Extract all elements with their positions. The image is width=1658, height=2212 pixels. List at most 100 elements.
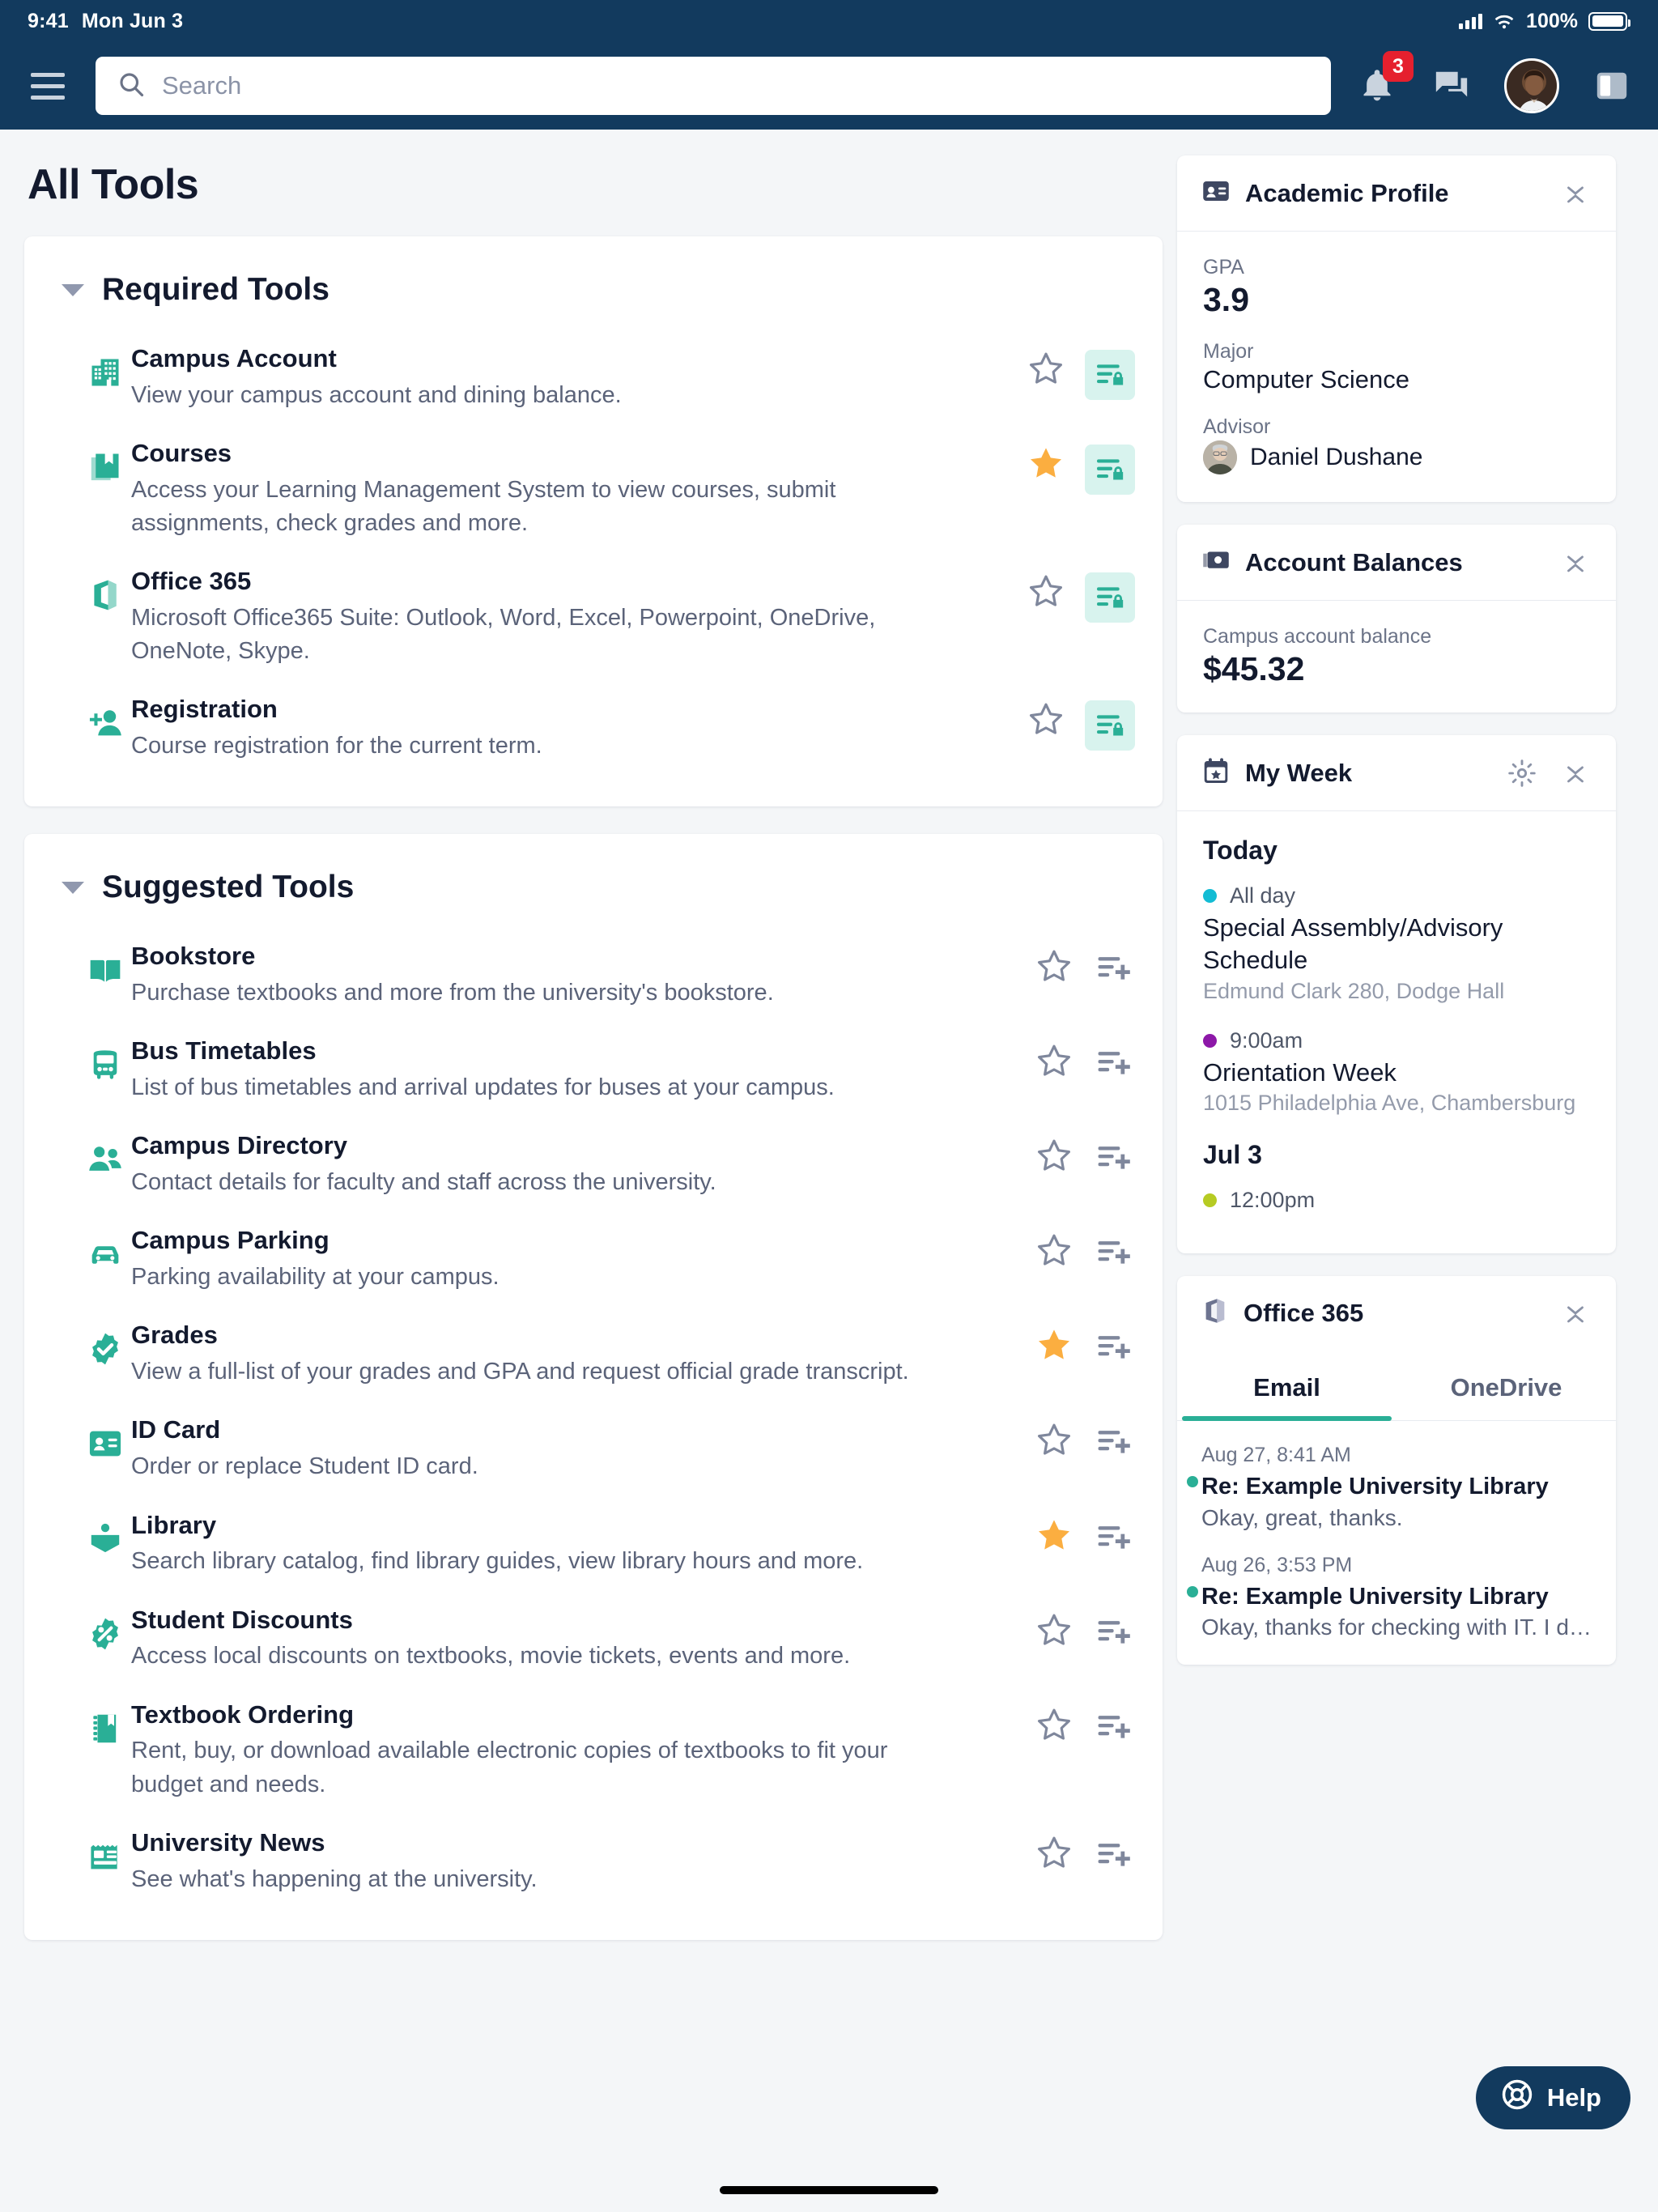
tool-row[interactable]: Courses Access your Learning Management … xyxy=(24,423,1163,551)
section-header-suggested[interactable]: Suggested Tools xyxy=(24,834,1163,912)
right-sidebar: Academic Profile GPA 3.9 Major Computer … xyxy=(1163,130,1616,2212)
advisor-row[interactable]: Daniel Dushane xyxy=(1203,440,1590,474)
list-lock-icon[interactable] xyxy=(1085,350,1135,400)
panel-title: My Week xyxy=(1245,758,1353,787)
add-to-list-icon[interactable] xyxy=(1093,1231,1135,1274)
tool-description: Purchase textbooks and more from the uni… xyxy=(131,980,774,1006)
event-time-row: 12:00pm xyxy=(1203,1188,1590,1213)
tool-actions xyxy=(1035,1824,1135,1876)
favorite-star-icon[interactable] xyxy=(1027,350,1065,389)
wifi-icon xyxy=(1493,13,1516,29)
unread-indicator xyxy=(1187,1585,1198,1597)
section-header-required[interactable]: Required Tools xyxy=(24,236,1163,314)
academic-profile-panel: Academic Profile GPA 3.9 Major Computer … xyxy=(1177,155,1616,502)
tool-name: Registration xyxy=(131,695,278,724)
favorite-star-icon[interactable] xyxy=(1035,947,1073,986)
add-to-list-icon[interactable] xyxy=(1093,1516,1135,1559)
add-to-list-icon[interactable] xyxy=(1093,1611,1135,1653)
panel-title: Office 365 xyxy=(1244,1298,1364,1327)
add-to-list-icon[interactable] xyxy=(1093,1421,1135,1463)
search-bar[interactable] xyxy=(96,57,1331,115)
tool-row[interactable]: Bus Timetables List of bus timetables an… xyxy=(24,1021,1163,1116)
tool-actions xyxy=(1035,1602,1135,1653)
add-to-list-icon[interactable] xyxy=(1093,1042,1135,1084)
add-to-list-icon[interactable] xyxy=(1093,947,1135,989)
add-to-list-icon[interactable] xyxy=(1093,1326,1135,1368)
chevron-down-icon xyxy=(62,283,84,296)
tab-onedrive[interactable]: OneDrive xyxy=(1397,1351,1616,1420)
tool-row[interactable]: Campus Directory Contact details for fac… xyxy=(24,1116,1163,1210)
advisor-avatar xyxy=(1203,440,1237,474)
collapse-chevrons-icon[interactable] xyxy=(1559,1297,1592,1329)
office-365-tabs: Email OneDrive xyxy=(1177,1351,1616,1421)
favorite-star-icon[interactable] xyxy=(1035,1611,1073,1650)
my-week-body: Today All day Special Assembly/Advisory … xyxy=(1177,811,1616,1253)
email-item[interactable]: Aug 27, 8:41 AM Re: Example University L… xyxy=(1187,1426,1592,1536)
calendar-event[interactable]: 9:00am Orientation Week 1015 Philadelphi… xyxy=(1203,1028,1590,1116)
hamburger-menu-icon[interactable] xyxy=(19,57,76,114)
add-to-list-icon[interactable] xyxy=(1093,1137,1135,1179)
calendar-event[interactable]: All day Special Assembly/Advisory Schedu… xyxy=(1203,883,1590,1004)
favorite-star-icon[interactable] xyxy=(1027,572,1065,611)
collapse-chevrons-icon[interactable] xyxy=(1559,757,1592,789)
tool-row[interactable]: Library Search library catalog, find lib… xyxy=(24,1495,1163,1590)
tool-row[interactable]: Office 365 Microsoft Office365 Suite: Ou… xyxy=(24,551,1163,679)
sidebar-panel-icon[interactable] xyxy=(1590,64,1634,108)
office-365-header: Office 365 xyxy=(1177,1276,1616,1351)
collapse-chevrons-icon[interactable] xyxy=(1559,547,1592,579)
favorite-star-icon[interactable] xyxy=(1035,1834,1073,1873)
favorite-star-icon[interactable] xyxy=(1035,1231,1073,1270)
favorite-star-icon[interactable] xyxy=(1035,1516,1073,1555)
tool-actions xyxy=(1027,691,1135,751)
tool-row[interactable]: Registration Course registration for the… xyxy=(24,679,1163,774)
notebook-icon xyxy=(87,1696,131,1746)
list-lock-icon[interactable] xyxy=(1085,700,1135,751)
bell-icon[interactable]: 3 xyxy=(1355,51,1414,108)
email-item[interactable]: Aug 25, 2:15 PM Re: Financial Aid Applic… xyxy=(1201,1645,1592,1665)
add-to-list-icon[interactable] xyxy=(1093,1834,1135,1876)
event-title: Special Assembly/Advisory Schedule xyxy=(1203,913,1503,975)
chat-bubbles-icon[interactable] xyxy=(1430,64,1473,108)
list-lock-icon[interactable] xyxy=(1085,572,1135,623)
favorite-star-icon[interactable] xyxy=(1035,1421,1073,1460)
tool-row[interactable]: Textbook Ordering Rent, buy, or download… xyxy=(24,1685,1163,1813)
help-button[interactable]: Help xyxy=(1475,2066,1630,2129)
collapse-chevrons-icon[interactable] xyxy=(1559,177,1592,210)
id-card-icon xyxy=(87,1411,131,1461)
list-lock-icon[interactable] xyxy=(1085,445,1135,496)
favorite-star-icon[interactable] xyxy=(1035,1706,1073,1745)
search-input[interactable] xyxy=(162,71,1310,100)
favorite-star-icon[interactable] xyxy=(1027,700,1065,739)
tool-row[interactable]: University News See what's happening at … xyxy=(24,1813,1163,1908)
favorite-star-icon[interactable] xyxy=(1027,445,1065,483)
tool-row[interactable]: Campus Parking Parking availability at y… xyxy=(24,1210,1163,1305)
favorite-star-icon[interactable] xyxy=(1035,1326,1073,1365)
gear-icon[interactable] xyxy=(1506,757,1538,789)
tool-row[interactable]: ID Card Order or replace Student ID card… xyxy=(24,1400,1163,1495)
tool-row[interactable]: Student Discounts Access local discounts… xyxy=(24,1590,1163,1685)
newspaper-icon xyxy=(87,1824,131,1874)
tool-description: Microsoft Office365 Suite: Outlook, Word… xyxy=(131,605,876,665)
add-to-list-icon[interactable] xyxy=(1093,1706,1135,1748)
user-avatar[interactable] xyxy=(1504,58,1559,113)
tool-row[interactable]: Grades View a full-list of your grades a… xyxy=(24,1305,1163,1400)
email-item[interactable]: Aug 26, 3:53 PM Re: Example University L… xyxy=(1187,1536,1592,1646)
tool-text: Library Search library catalog, find lib… xyxy=(131,1507,1035,1579)
add-person-icon xyxy=(87,691,131,741)
bus-icon xyxy=(87,1032,131,1083)
favorite-star-icon[interactable] xyxy=(1035,1042,1073,1081)
book-stack-icon xyxy=(87,435,131,485)
tool-description: Order or replace Student ID card. xyxy=(131,1453,478,1480)
calendar-event[interactable]: 12:00pm xyxy=(1203,1188,1590,1213)
tab-email[interactable]: Email xyxy=(1177,1351,1397,1421)
favorite-star-icon[interactable] xyxy=(1035,1137,1073,1176)
tool-row[interactable]: Campus Account View your campus account … xyxy=(24,329,1163,423)
open-book-icon xyxy=(87,938,131,988)
section-title: Suggested Tools xyxy=(102,870,355,905)
tool-name: Bus Timetables xyxy=(131,1036,317,1066)
tool-row[interactable]: Bookstore Purchase textbooks and more fr… xyxy=(24,926,1163,1021)
suggested-tools-list: Bookstore Purchase textbooks and more fr… xyxy=(24,912,1163,1939)
tool-text: Courses Access your Learning Management … xyxy=(131,435,1027,540)
my-week-panel: My Week Today All day Special Assembly/A… xyxy=(1177,735,1616,1253)
tool-description: Access your Learning Management System t… xyxy=(131,476,836,537)
